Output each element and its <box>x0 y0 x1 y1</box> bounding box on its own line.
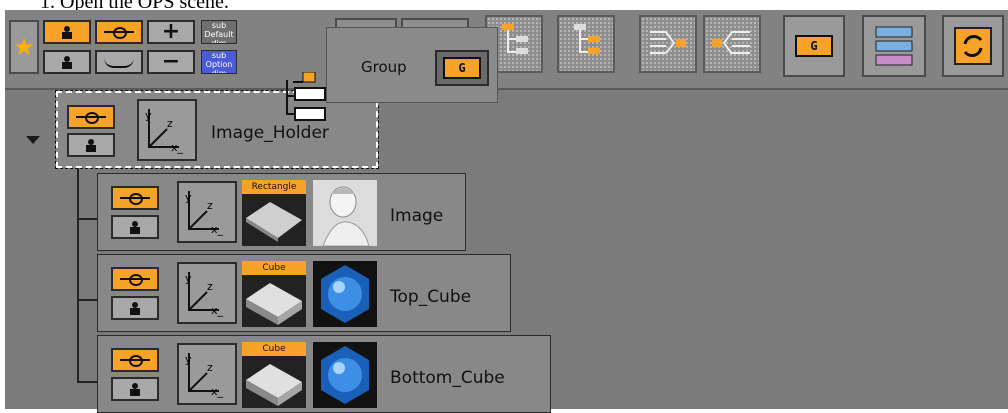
collapse-triangle-icon[interactable] <box>26 136 40 144</box>
node-name: Image <box>390 206 444 226</box>
transform-axis-icon[interactable]: y z x_ <box>177 262 237 324</box>
svg-text:z: z <box>207 280 213 293</box>
add-group-icon: G <box>795 35 833 57</box>
svg-text:y: y <box>185 191 192 204</box>
node-connector-button[interactable] <box>111 267 159 291</box>
sub-option-button[interactable]: sub Option dim <box>201 50 237 74</box>
svg-text:z: z <box>207 199 213 212</box>
merge-arrow-icon <box>650 31 686 54</box>
geometry-cube-icon[interactable]: Cube <box>242 261 306 327</box>
tree-branch-line <box>77 218 97 220</box>
collapse-button[interactable]: − <box>147 50 195 74</box>
node-visibility-button[interactable] <box>111 377 159 401</box>
drag-cursor-icon <box>286 72 326 121</box>
scene-tree-panel: y z x_ Image_Holder y z x_ Rectangle Ima… <box>5 90 1008 413</box>
svg-text:y: y <box>185 353 192 366</box>
person-icon <box>61 56 73 69</box>
tree-branch-line <box>77 381 97 383</box>
tree-branch-line <box>77 299 97 301</box>
plus-icon: + <box>161 19 181 44</box>
person-icon <box>129 383 141 396</box>
svg-text:z: z <box>207 361 213 374</box>
image-texture-thumbnail[interactable] <box>313 180 377 246</box>
connector-eye-icon <box>120 354 150 367</box>
svg-text:x_: x_ <box>171 141 184 154</box>
show-connector-button[interactable] <box>95 20 143 44</box>
node-name: Bottom_Cube <box>390 368 505 388</box>
add-group-icon: G <box>443 57 481 79</box>
svg-text:y: y <box>185 272 192 285</box>
refresh-button[interactable] <box>942 15 1004 77</box>
scene-tree-window: ★ + − sub Default dim sub Option dim G G… <box>5 10 1008 413</box>
blue-material-icon[interactable] <box>313 261 377 327</box>
tree-node-top-cube[interactable]: y z x_ Cube Top_Cube <box>97 254 511 332</box>
split-arrow-icon <box>712 31 750 55</box>
geometry-cube-icon[interactable]: Cube <box>242 342 306 408</box>
connector-closed-icon <box>104 56 134 68</box>
node-name: Top_Cube <box>390 287 472 307</box>
blue-material-icon[interactable] <box>313 342 377 408</box>
tree-layout-button-2[interactable] <box>557 15 615 73</box>
svg-text:x_: x_ <box>211 223 224 236</box>
node-visibility-button[interactable] <box>67 133 115 157</box>
add-group-button[interactable]: G <box>783 15 845 77</box>
svg-text:y: y <box>145 109 152 122</box>
minus-icon: − <box>161 49 181 74</box>
transform-axis-icon[interactable]: y z x_ <box>137 99 197 161</box>
split-button[interactable] <box>703 15 761 73</box>
node-connector-button[interactable] <box>111 186 159 210</box>
svg-text:x_: x_ <box>211 304 224 317</box>
person-icon <box>129 302 141 315</box>
scene-tree-toolbar: ★ + − sub Default dim sub Option dim G <box>5 10 1008 90</box>
connector-eye-icon <box>76 111 106 124</box>
person-icon <box>85 139 97 152</box>
group-tooltip-popup: Group G <box>326 27 498 103</box>
hide-connector-button[interactable] <box>95 50 143 74</box>
connector-eye-icon <box>120 192 150 205</box>
tree-orange-leaves-icon <box>574 24 600 54</box>
favorites-star-button[interactable]: ★ <box>9 20 39 74</box>
connector-eye-icon <box>104 26 134 39</box>
transform-axis-icon[interactable]: y z x_ <box>177 343 237 405</box>
tree-node-image[interactable]: y z x_ Rectangle Image <box>97 173 466 251</box>
person-icon <box>61 26 73 39</box>
star-icon: ★ <box>13 33 35 61</box>
node-visibility-button[interactable] <box>111 296 159 320</box>
geometry-rectangle-icon[interactable]: Rectangle <box>242 180 306 246</box>
tree-node-bottom-cube[interactable]: y z x_ Cube Bottom_Cube <box>97 335 551 413</box>
toggle-hidden-button[interactable] <box>43 50 91 74</box>
node-connector-button[interactable] <box>111 348 159 372</box>
expand-button[interactable]: + <box>147 20 195 44</box>
group-label: Group <box>361 58 407 76</box>
tree-orange-icon <box>502 24 528 54</box>
person-icon <box>129 221 141 234</box>
svg-text:x_: x_ <box>211 385 224 398</box>
group-drag-icon[interactable]: G <box>435 50 489 86</box>
connector-eye-icon <box>120 273 150 286</box>
align-bars-icon <box>875 26 913 66</box>
merge-button[interactable] <box>639 15 697 73</box>
align-button[interactable] <box>862 15 926 77</box>
toggle-visible-button[interactable] <box>43 20 91 44</box>
node-visibility-button[interactable] <box>111 215 159 239</box>
node-connector-button[interactable] <box>67 105 115 129</box>
transform-axis-icon[interactable]: y z x_ <box>177 181 237 243</box>
sub-default-button[interactable]: sub Default dim <box>201 20 237 44</box>
svg-text:z: z <box>167 117 173 130</box>
tree-connector-line <box>77 168 79 382</box>
refresh-icon <box>954 27 992 65</box>
